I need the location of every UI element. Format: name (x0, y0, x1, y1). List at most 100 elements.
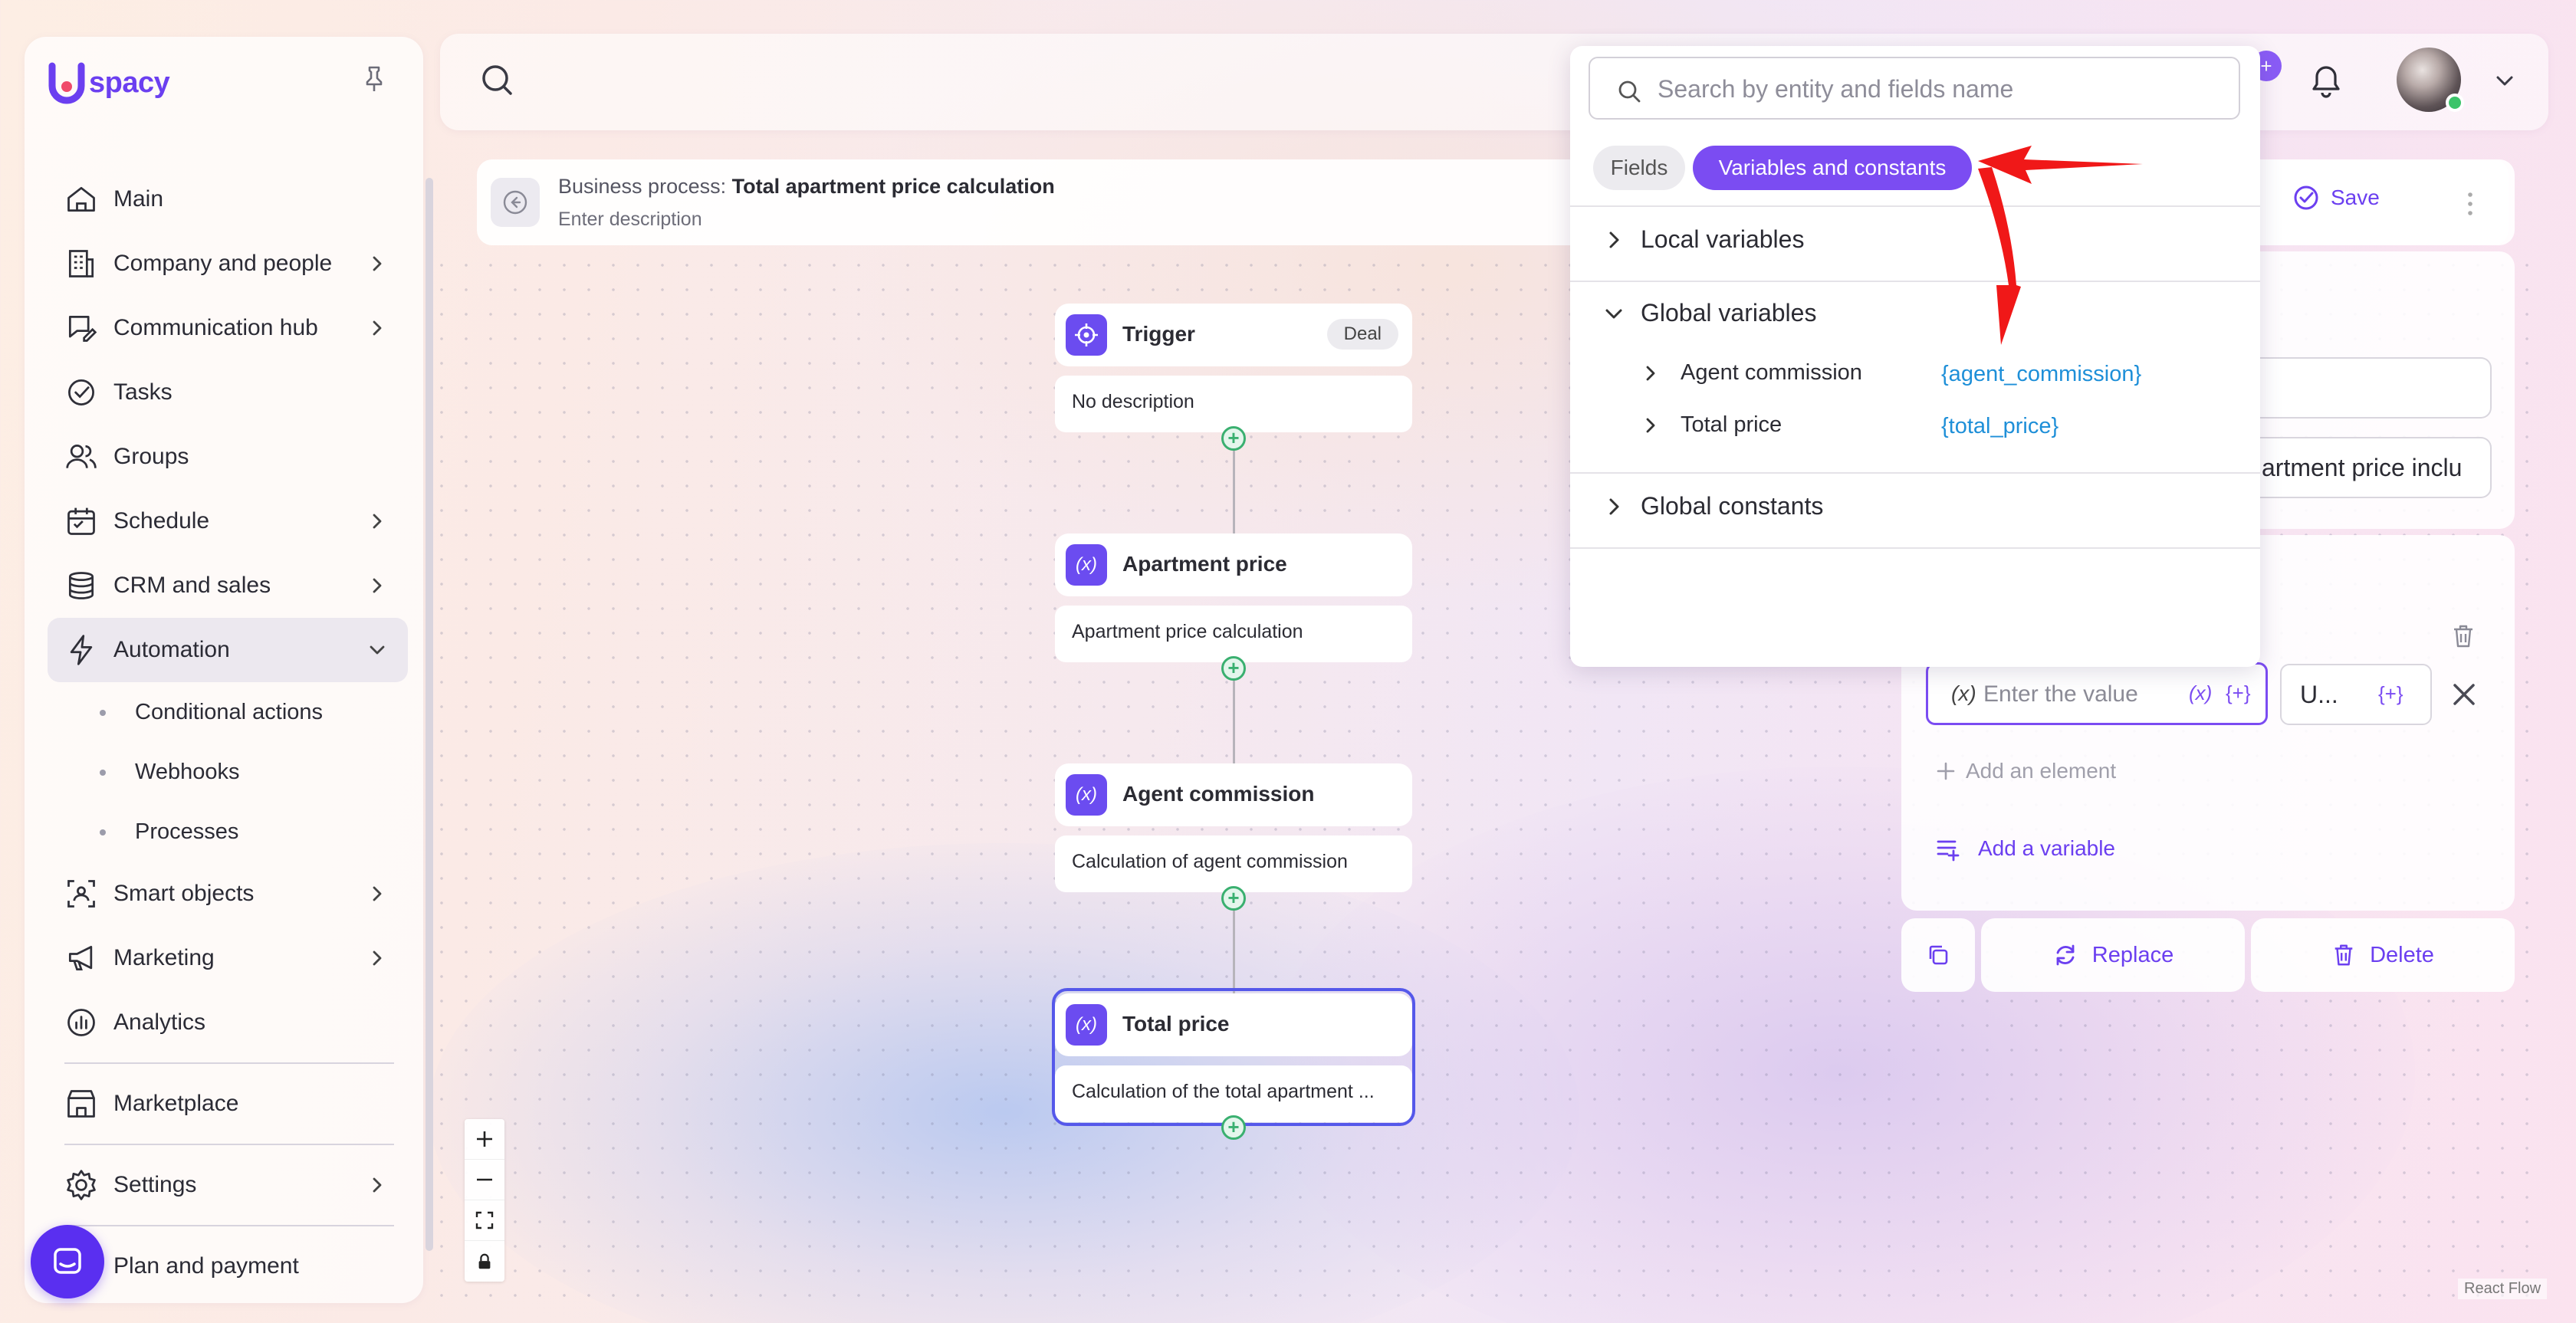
sidebar-item-automation[interactable]: Automation (48, 618, 408, 682)
sidebar-item-analytics[interactable]: Analytics (48, 990, 408, 1055)
add-element-button[interactable]: Add an element (1935, 759, 2116, 783)
node-header: (x) Apartment price (1055, 533, 1412, 596)
sidebar-item-label: Groups (113, 444, 189, 469)
list-add-icon (1937, 840, 1960, 862)
process-name: Total apartment price calculation (731, 175, 1055, 198)
close-icon[interactable] (2447, 678, 2481, 711)
divider (1570, 547, 2260, 549)
react-flow-attribution[interactable]: React Flow (2458, 1279, 2548, 1299)
node-name-field[interactable] (2239, 357, 2492, 419)
back-button[interactable] (491, 178, 540, 227)
sidebar-item-label: Plan and payment (113, 1253, 299, 1279)
sidebar-item-communication-hub[interactable]: Communication hub (48, 296, 408, 360)
sidebar-item-groups[interactable]: Groups (48, 425, 408, 489)
value-input[interactable]: (x) Enter the value (x) {+} (1926, 662, 2268, 725)
building-icon (63, 245, 100, 282)
sidebar-item-company-and-people[interactable]: Company and people (48, 231, 408, 296)
node-title: Agent commission (1122, 782, 1315, 806)
section-global-variables[interactable]: Global variables (1570, 299, 1816, 327)
chevron-right-icon (366, 575, 388, 596)
sidebar-subitem-webhooks[interactable]: Webhooks (48, 742, 408, 802)
add-variable-label: Add a variable (1978, 836, 2116, 860)
tab-fields[interactable]: Fields (1593, 146, 1685, 190)
section-local-variables[interactable]: Local variables (1570, 225, 1804, 254)
chat-support-button[interactable] (31, 1225, 104, 1298)
back-arrow-icon (503, 190, 527, 215)
sidebar-subitem-label: Conditional actions (135, 699, 324, 724)
unit-select[interactable]: U... {+} (2280, 664, 2432, 725)
variable-prefix: (x) (1951, 681, 1976, 705)
sidebar-item-settings[interactable]: Settings (48, 1153, 408, 1217)
section-global-constants[interactable]: Global constants (1570, 492, 1823, 520)
copy-icon (1929, 945, 1948, 965)
sidebar-item-label: Automation (113, 637, 230, 662)
chevron-right-icon (366, 947, 388, 969)
bell-icon[interactable] (2306, 61, 2346, 101)
insert-variable-button[interactable]: (x) (2189, 681, 2212, 705)
replace-label: Replace (2091, 942, 2174, 967)
save-label: Save (2331, 185, 2380, 209)
sidebar-item-main[interactable]: Main (48, 167, 408, 231)
sidebar-item-crm-and-sales[interactable]: CRM and sales (48, 553, 408, 618)
variable-item-total-price[interactable]: Total price (1639, 412, 1782, 438)
pin-icon[interactable] (359, 63, 389, 94)
add-step-handle[interactable] (1221, 426, 1246, 451)
delete-button[interactable]: Delete (2251, 918, 2515, 992)
sidebar-item-label: Schedule (113, 508, 210, 533)
trash-icon[interactable] (2450, 622, 2476, 650)
sidebar-subitem-conditional-actions[interactable]: Conditional actions (48, 682, 408, 742)
lock-icon[interactable] (465, 1241, 504, 1282)
chevron-down-icon[interactable] (2492, 67, 2518, 94)
variable-icon: (x) (1066, 774, 1107, 816)
logo[interactable]: spacy (48, 60, 170, 106)
sidebar-item-smart-objects[interactable]: Smart objects (48, 862, 408, 926)
add-variable-button[interactable]: Add a variable (1935, 835, 2115, 862)
replace-button[interactable]: Replace (1981, 918, 2245, 992)
add-step-handle[interactable] (1221, 656, 1246, 681)
sidebar-item-marketing[interactable]: Marketing (48, 926, 408, 990)
chevron-right-icon (1609, 231, 1619, 248)
copy-button[interactable] (1901, 918, 1975, 992)
add-step-handle[interactable] (1221, 886, 1246, 911)
sidebar-scrollbar[interactable] (426, 178, 433, 1251)
divider (1570, 281, 2260, 282)
variable-code-total-price[interactable]: {total_price} (1941, 414, 2058, 439)
add-step-handle[interactable] (1221, 1115, 1246, 1140)
sidebar-item-label: CRM and sales (113, 573, 271, 598)
sidebar-item-marketplace[interactable]: Marketplace (48, 1072, 408, 1136)
zoom-in-icon[interactable] (465, 1119, 504, 1160)
unit-value: U... (2300, 681, 2338, 708)
unit-insert-field-button[interactable]: {+} (2378, 682, 2404, 706)
node-description: No description (1055, 376, 1412, 432)
sidebar-nav: Main Company and people Communication hub T… (48, 167, 408, 1298)
divider (64, 1225, 394, 1226)
insert-field-button[interactable]: {+} (2226, 681, 2251, 705)
chat-edit-icon (63, 310, 100, 346)
megaphone-icon (63, 940, 100, 977)
save-button[interactable]: Save (2292, 184, 2380, 212)
zoom-controls (465, 1119, 504, 1282)
sidebar-subitem-label: Webhooks (135, 759, 240, 784)
lightning-icon (63, 632, 100, 668)
sidebar-item-schedule[interactable]: Schedule (48, 489, 408, 553)
zoom-out-icon[interactable] (465, 1160, 504, 1200)
calendar-icon (63, 503, 100, 540)
entity-search-input[interactable]: Search by entity and fields name (1589, 57, 2240, 120)
flow-edge (1233, 909, 1235, 993)
more-icon[interactable] (2463, 190, 2478, 218)
section-label: Global constants (1641, 492, 1824, 520)
section-label: Local variables (1641, 225, 1805, 253)
sidebar-item-tasks[interactable]: Tasks (48, 360, 408, 425)
tab-variables-and-constants[interactable]: Variables and constants (1693, 146, 1972, 190)
fit-view-icon[interactable] (465, 1200, 504, 1241)
node-description-field[interactable]: artment price inclu (2239, 437, 2492, 498)
divider (64, 1062, 394, 1064)
process-description[interactable]: Enter description (558, 208, 702, 231)
search-icon[interactable] (478, 61, 517, 100)
variable-code-agent-commission[interactable]: {agent_commission} (1941, 362, 2141, 387)
divider (64, 1144, 394, 1145)
sidebar-item-label: Communication hub (113, 315, 318, 340)
sidebar-subitem-processes[interactable]: Processes (48, 802, 408, 862)
variable-item-agent-commission[interactable]: Agent commission (1639, 360, 1862, 386)
value-placeholder: Enter the value (1983, 681, 2138, 707)
